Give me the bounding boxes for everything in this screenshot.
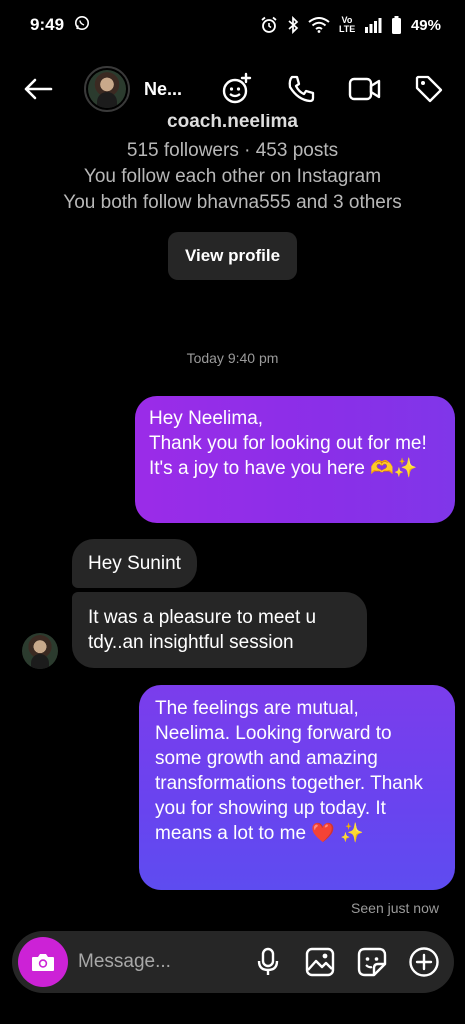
bluetooth-icon	[287, 16, 299, 34]
message-bubble-outgoing[interactable]: Hey Neelima, Thank you for looking out f…	[135, 396, 455, 523]
mutual-follow-text: You follow each other on Instagram	[83, 166, 382, 187]
battery-percent: 49%	[410, 16, 441, 34]
conversation-timestamp: Today 9:40 pm	[186, 350, 279, 366]
phone-icon	[288, 75, 315, 103]
profile-username: coach.neelima	[167, 114, 298, 130]
more-options-button[interactable]	[408, 946, 440, 978]
video-call-button[interactable]	[347, 71, 383, 107]
profile-stats: 515 followers · 453 posts	[126, 140, 339, 161]
message-bubble-outgoing[interactable]: The feelings are mutual, Neelima. Lookin…	[139, 685, 455, 890]
camera-icon	[32, 954, 54, 971]
gallery-icon	[305, 947, 335, 977]
microphone-icon	[257, 947, 279, 975]
message-input[interactable]	[78, 951, 228, 973]
seen-status: Seen just now	[351, 900, 439, 916]
message-composer	[12, 931, 454, 993]
wifi-icon	[308, 17, 330, 33]
tag-button[interactable]	[411, 71, 447, 107]
camera-button[interactable]	[18, 937, 68, 987]
back-arrow-icon	[24, 78, 53, 100]
audio-call-button[interactable]	[283, 71, 319, 107]
status-time: 9:49	[30, 15, 65, 34]
gallery-button[interactable]	[304, 946, 336, 978]
video-icon	[348, 77, 381, 101]
message-bubble-incoming[interactable]: It was a pleasure to meet u tdy..an insi…	[72, 592, 367, 668]
sticker-icon	[357, 947, 387, 977]
whatsapp-icon	[74, 15, 90, 36]
plus-icon	[409, 947, 439, 977]
contact-name[interactable]: Ne...	[144, 79, 190, 100]
contact-avatar[interactable]	[84, 66, 130, 112]
volte-icon: Vo LTE	[338, 15, 356, 34]
mutual-friends-text: You both follow bhavna555 and 3 others	[63, 192, 402, 213]
tag-icon	[415, 75, 443, 103]
message-bubble-incoming[interactable]: Hey Sunint	[72, 539, 197, 588]
battery-icon	[391, 16, 402, 34]
chat-header: Ne...	[0, 60, 465, 118]
profile-summary: coach.neelima 515 followers · 453 posts …	[0, 112, 465, 280]
sticker-button[interactable]	[356, 946, 388, 978]
alarm-icon	[260, 16, 278, 34]
status-bar: 9:49 Vo LTE 49%	[0, 0, 465, 50]
back-button[interactable]	[18, 69, 58, 109]
effects-icon	[222, 72, 252, 104]
sender-avatar[interactable]	[22, 633, 58, 669]
avatar	[88, 70, 126, 108]
effects-button[interactable]	[219, 71, 255, 107]
voice-message-button[interactable]	[252, 946, 284, 978]
view-profile-button[interactable]: View profile	[167, 232, 298, 280]
signal-icon	[364, 17, 382, 33]
